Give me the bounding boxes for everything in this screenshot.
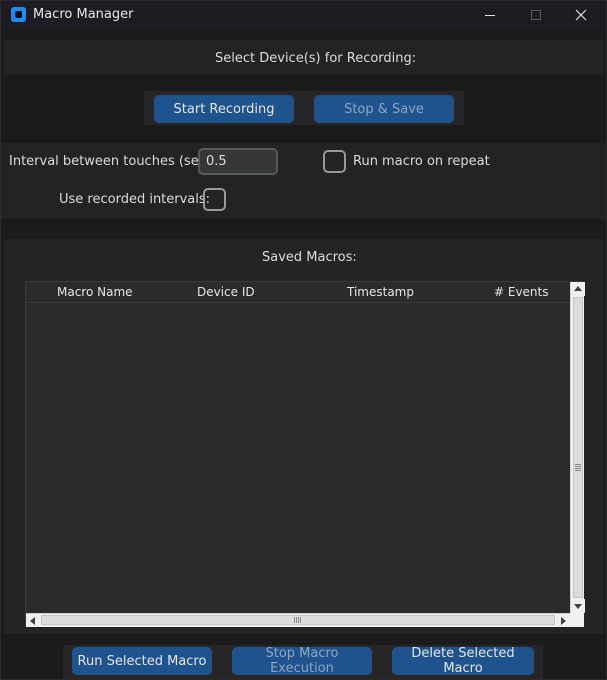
scrollbar-corner xyxy=(570,613,584,627)
use-recorded-intervals-label: Use recorded intervals: xyxy=(59,192,211,207)
minimize-button[interactable] xyxy=(467,1,513,29)
arrow-left-icon xyxy=(30,617,35,625)
window-title: Macro Manager xyxy=(33,7,134,22)
repeat-checkbox[interactable] xyxy=(323,150,346,173)
delete-selected-macro-button[interactable]: Delete Selected Macro xyxy=(392,646,534,676)
vertical-scrollbar[interactable] xyxy=(570,282,585,613)
run-selected-macro-button[interactable]: Run Selected Macro xyxy=(72,647,212,675)
title-bar[interactable]: Macro Manager xyxy=(1,1,606,29)
maximize-button[interactable] xyxy=(513,1,559,29)
close-button[interactable] xyxy=(558,1,604,29)
grip-icon xyxy=(298,617,299,623)
interval-label: Interval between touches (sec): xyxy=(9,154,216,169)
device-selection-label: Select Device(s) for Recording: xyxy=(215,51,417,66)
grip-icon xyxy=(575,466,581,467)
scroll-up-button[interactable] xyxy=(571,282,585,296)
horizontal-scrollbar[interactable] xyxy=(26,613,570,627)
column-header-macro-name[interactable]: Macro Name xyxy=(57,285,133,299)
stop-save-button[interactable]: Stop & Save xyxy=(314,95,454,123)
minimize-icon xyxy=(485,14,495,16)
settings-frame: Interval between touches (sec): Run macr… xyxy=(1,143,606,219)
use-recorded-intervals-checkbox[interactable] xyxy=(203,188,226,211)
scroll-down-button[interactable] xyxy=(571,599,585,613)
macro-list-table[interactable]: Macro Name Device ID Timestamp # Events xyxy=(25,281,585,627)
scroll-right-button[interactable] xyxy=(556,614,570,627)
close-icon xyxy=(575,9,587,21)
saved-macros-label: Saved Macros: xyxy=(262,250,357,265)
table-header: Macro Name Device ID Timestamp # Events xyxy=(26,282,570,303)
scroll-left-button[interactable] xyxy=(26,614,40,627)
table-body[interactable] xyxy=(26,304,570,613)
arrow-down-icon xyxy=(574,604,582,609)
grip-icon xyxy=(575,470,581,471)
action-buttons-frame: Run Selected Macro Stop Macro Execution … xyxy=(63,645,543,679)
app-icon xyxy=(11,7,26,22)
column-header-timestamp[interactable]: Timestamp xyxy=(347,285,414,299)
maximize-icon xyxy=(531,10,541,20)
grip-icon xyxy=(575,464,581,465)
interval-input[interactable] xyxy=(198,148,278,175)
column-header-events[interactable]: # Events xyxy=(494,285,549,299)
grip-icon xyxy=(296,617,297,623)
column-header-device-id[interactable]: Device ID xyxy=(197,285,255,299)
start-recording-button[interactable]: Start Recording xyxy=(154,95,294,123)
recording-buttons-frame: Start Recording Stop & Save xyxy=(144,91,464,125)
arrow-right-icon xyxy=(561,617,566,625)
grip-icon xyxy=(294,617,295,623)
horizontal-scroll-thumb[interactable] xyxy=(41,615,555,625)
device-selection-frame: Select Device(s) for Recording: xyxy=(4,40,604,75)
repeat-label: Run macro on repeat xyxy=(353,154,490,169)
arrow-up-icon xyxy=(574,286,582,291)
stop-macro-execution-button[interactable]: Stop Macro Execution xyxy=(232,646,372,676)
grip-icon xyxy=(575,468,581,469)
app-window: Macro Manager Select Device(s) for Recor… xyxy=(0,0,607,680)
grip-icon xyxy=(300,617,301,623)
vertical-scroll-thumb[interactable] xyxy=(573,297,583,598)
